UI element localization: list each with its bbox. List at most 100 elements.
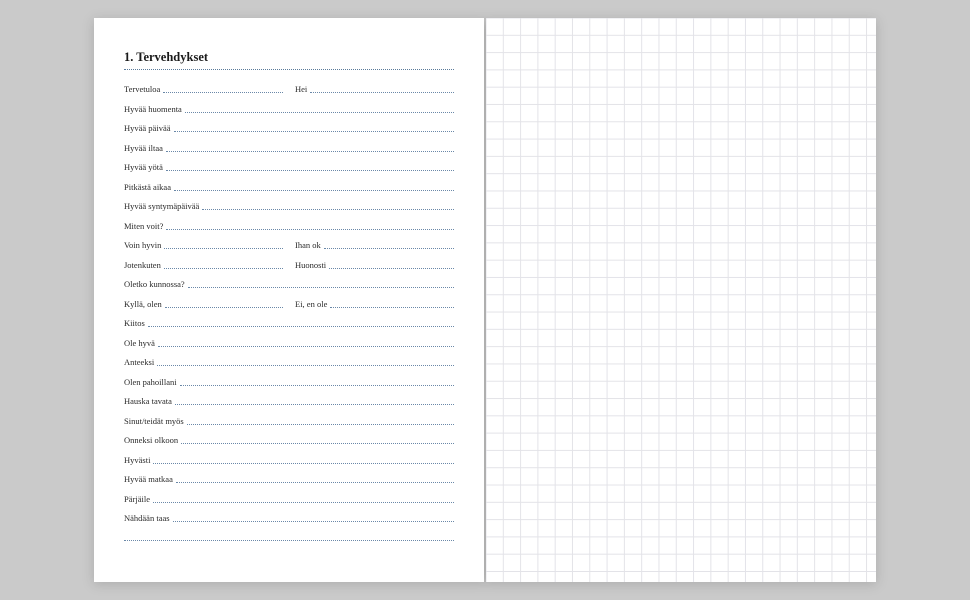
vocab-cell: Oletko kunnossa? [124, 279, 454, 289]
vocab-row: Hyvää yötä [124, 162, 454, 182]
blank-line [124, 533, 454, 553]
vocab-term: Hyvää matkaa [124, 474, 176, 484]
vocab-row: Pitkästä aikaa [124, 182, 454, 202]
vocab-cell: Hauska tavata [124, 396, 454, 406]
dotted-line [166, 229, 454, 230]
vocab-cell: Olen pahoillani [124, 377, 454, 387]
vocab-term: Hei [295, 84, 310, 94]
vocab-row: TervetuloaHei [124, 84, 454, 104]
vocab-cell: Nähdään taas [124, 513, 454, 523]
vocab-cell: Anteeksi [124, 357, 454, 367]
vocab-term: Voin hyvin [124, 240, 164, 250]
dotted-line [153, 502, 454, 503]
vocab-cell: Hyvää iltaa [124, 143, 454, 153]
vocab-row: Oletko kunnossa? [124, 279, 454, 299]
vocab-cell: Hyvää yötä [124, 162, 454, 172]
vocab-cell: Onneksi olkoon [124, 435, 454, 445]
vocab-term: Hyvästi [124, 455, 153, 465]
vocab-row: Jotenkuten Huonosti [124, 260, 454, 280]
dotted-line [164, 268, 283, 269]
vocab-row: Hyvää huomenta [124, 104, 454, 124]
section-heading: 1. Tervehdykset [124, 50, 454, 65]
vocab-cell: Pitkästä aikaa [124, 182, 454, 192]
vocab-row: Sinut/teidät myös [124, 416, 454, 436]
vocab-row: Kiitos [124, 318, 454, 338]
vocab-term: Ei, en ole [295, 299, 330, 309]
dotted-line [148, 326, 454, 327]
vocab-term: Hyvää iltaa [124, 143, 166, 153]
vocab-term: Huonosti [295, 260, 329, 270]
vocab-row: Pärjäile [124, 494, 454, 514]
vocab-term: Hauska tavata [124, 396, 175, 406]
vocab-term: Anteeksi [124, 357, 157, 367]
dotted-line [180, 385, 454, 386]
page-spread: 1. Tervehdykset TervetuloaHeiHyvää huome… [94, 18, 876, 582]
vocab-term: Onneksi olkoon [124, 435, 181, 445]
vocab-term: Sinut/teidät myös [124, 416, 187, 426]
vocab-term: Hyvää syntymäpäivää [124, 201, 202, 211]
vocab-cell: Sinut/teidät myös [124, 416, 454, 426]
vocab-cell: Hyvää huomenta [124, 104, 454, 114]
vocab-cell: Jotenkuten [124, 260, 283, 270]
vocab-row: Hyvää syntymäpäivää [124, 201, 454, 221]
vocab-row: Onneksi olkoon [124, 435, 454, 455]
vocab-row: Hauska tavata [124, 396, 454, 416]
vocab-term: Kiitos [124, 318, 148, 328]
vocab-term: Ihan ok [295, 240, 324, 250]
dotted-line [166, 151, 454, 152]
dotted-line [330, 307, 454, 308]
dotted-line [329, 268, 454, 269]
vocab-cell: Voin hyvin [124, 240, 283, 250]
vocab-cell: Ihan ok [295, 240, 454, 250]
vocab-cell: Kiitos [124, 318, 454, 328]
vocab-cell: Kyllä, olen [124, 299, 283, 309]
vocab-row: Ole hyvä [124, 338, 454, 358]
vocab-row: Miten voit? [124, 221, 454, 241]
vocab-cell: Hyvää päivää [124, 123, 454, 133]
vocab-list: TervetuloaHeiHyvää huomenta Hyvää päivää H… [124, 84, 454, 552]
dotted-line [163, 92, 283, 93]
dotted-line [173, 521, 454, 522]
vocab-term: Miten voit? [124, 221, 166, 231]
vocab-cell: Hyvää syntymäpäivää [124, 201, 454, 211]
dotted-line [181, 443, 454, 444]
vocab-term: Hyvää päivää [124, 123, 174, 133]
vocab-term: Jotenkuten [124, 260, 164, 270]
dotted-line [188, 287, 454, 288]
dotted-line [175, 404, 454, 405]
vocab-term: Oletko kunnossa? [124, 279, 188, 289]
vocab-term: Hyvää huomenta [124, 104, 185, 114]
dotted-line [124, 540, 454, 541]
dotted-line [157, 365, 454, 366]
dotted-line [165, 307, 283, 308]
dotted-line [202, 209, 454, 210]
vocab-term: Kyllä, olen [124, 299, 165, 309]
vocab-term: Pitkästä aikaa [124, 182, 174, 192]
vocab-term: Ole hyvä [124, 338, 158, 348]
vocab-cell: Ei, en ole [295, 299, 454, 309]
vocab-row: Voin hyvin Ihan ok [124, 240, 454, 260]
dotted-line [158, 346, 454, 347]
vocab-row: Nähdään taas [124, 513, 454, 533]
vocab-term: Hyvää yötä [124, 162, 166, 172]
vocab-term: Pärjäile [124, 494, 153, 504]
vocab-row: Anteeksi [124, 357, 454, 377]
vocab-cell: Miten voit? [124, 221, 454, 231]
vocab-cell: Ole hyvä [124, 338, 454, 348]
dotted-line [164, 248, 283, 249]
dotted-line [176, 482, 454, 483]
vocab-row: Hyvästi [124, 455, 454, 475]
dotted-line [324, 248, 454, 249]
dotted-line [185, 112, 454, 113]
dotted-line [187, 424, 454, 425]
vocab-row: Hyvää iltaa [124, 143, 454, 163]
vocab-cell: Hyvää matkaa [124, 474, 454, 484]
dotted-line [166, 170, 454, 171]
vocab-cell: Hyvästi [124, 455, 454, 465]
vocab-row: Hyvää matkaa [124, 474, 454, 494]
vocab-term: Nähdään taas [124, 513, 173, 523]
vocab-cell: Hei [295, 84, 454, 94]
right-page-grid [486, 18, 876, 582]
vocab-row: Hyvää päivää [124, 123, 454, 143]
vocab-row: Kyllä, olen Ei, en ole [124, 299, 454, 319]
